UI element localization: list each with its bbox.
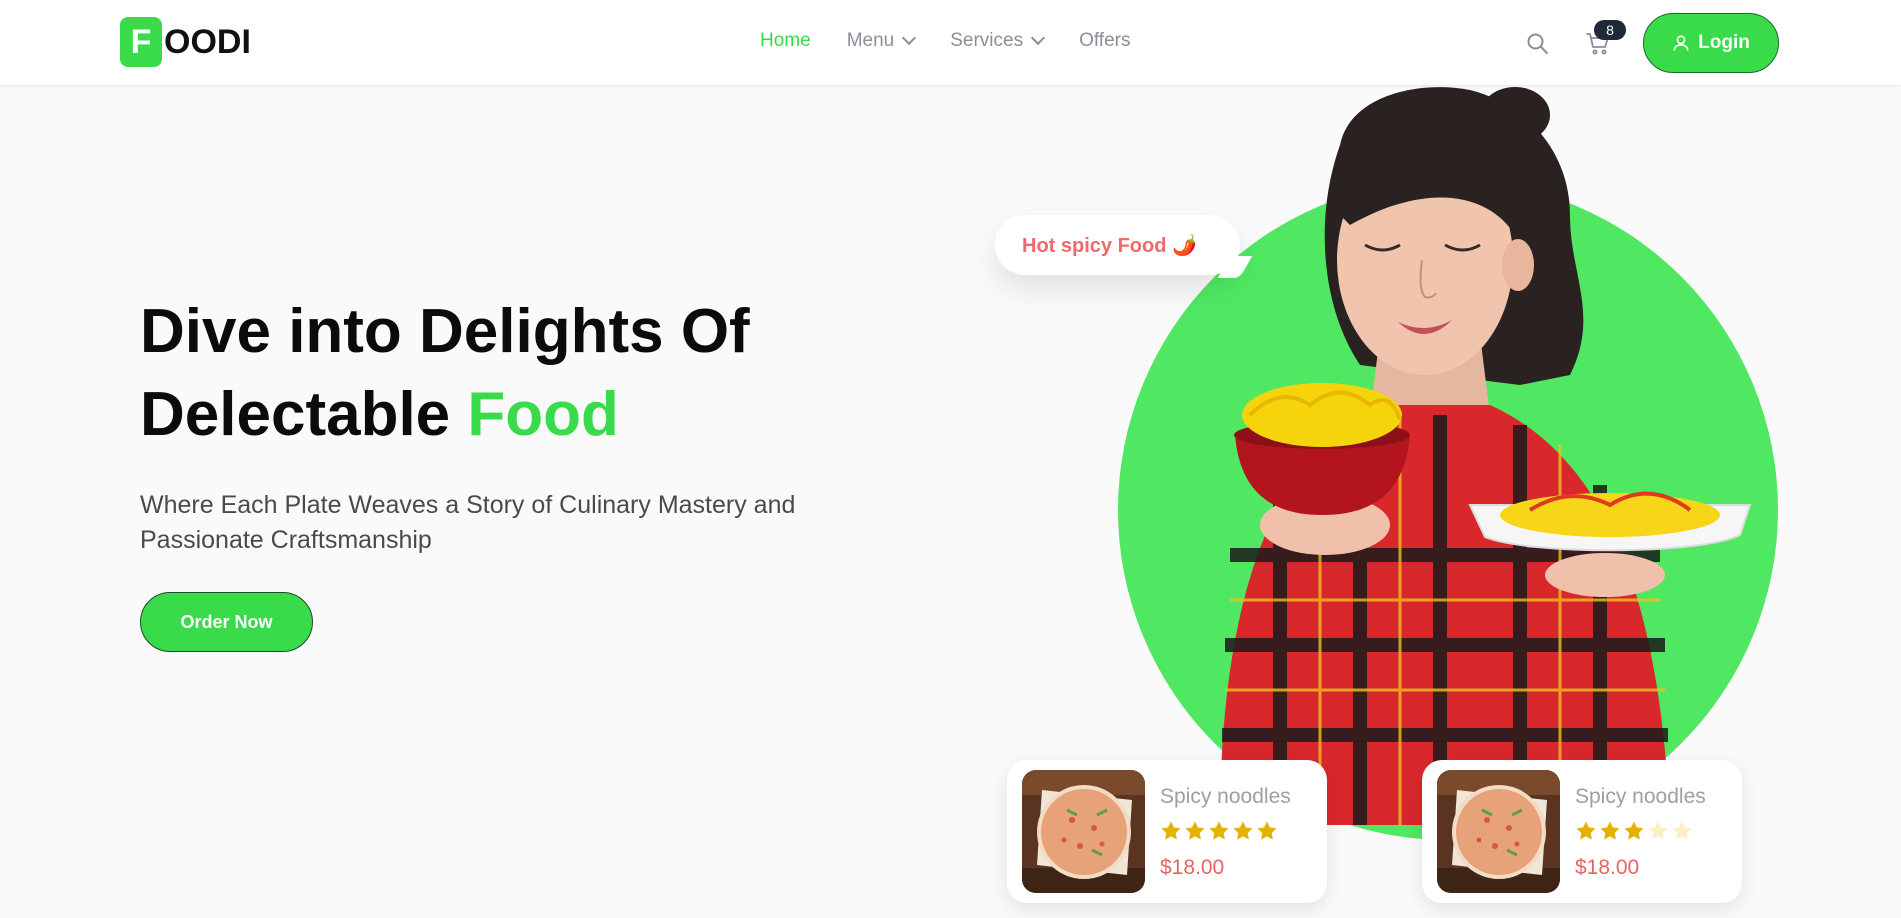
food-card[interactable]: Spicy noodles $18.00 <box>1007 760 1327 903</box>
star-filled-icon <box>1257 821 1277 840</box>
star-empty-icon <box>1648 821 1668 840</box>
login-label: Login <box>1698 32 1750 53</box>
card-price: $18.00 <box>1575 856 1640 879</box>
chevron-down-icon <box>1031 30 1046 46</box>
nav-item-label: Offers <box>1079 30 1131 51</box>
user-icon <box>1673 35 1689 51</box>
hot-spicy-food-bubble: Hot spicy Food 🌶️ <box>995 215 1253 278</box>
card-dish-name: Spicy noodles <box>1575 785 1706 808</box>
food-card[interactable]: Spicy noodles $18.00 <box>1422 760 1742 903</box>
search-icon[interactable] <box>1525 31 1549 55</box>
chevron-down-icon <box>902 30 917 46</box>
hero-title-line1: Dive into Delights Of <box>140 297 750 366</box>
noodle-dish-image <box>1022 770 1145 893</box>
card-dish-name: Spicy noodles <box>1160 785 1291 808</box>
main-nav: Home Menu Services Offers <box>760 30 1166 52</box>
nav-item-home[interactable]: Home <box>760 30 811 52</box>
star-filled-icon <box>1185 821 1205 840</box>
star-filled-icon <box>1624 821 1644 840</box>
star-empty-icon <box>1672 821 1692 840</box>
star-filled-icon <box>1600 821 1620 840</box>
nav-item-label: Services <box>950 30 1024 51</box>
nav-item-label: Menu <box>846 30 895 51</box>
cart-count-badge: 8 <box>1594 20 1626 40</box>
star-filled-icon <box>1233 821 1253 840</box>
nav-item-menu[interactable]: Menu <box>846 30 917 52</box>
login-button[interactable]: Login <box>1643 13 1779 73</box>
hero-woman-image <box>1220 87 1752 825</box>
rating-stars <box>1160 820 1278 842</box>
bubble-text: Hot spicy Food 🌶️ <box>1022 234 1197 257</box>
hero-title-line2-prefix: Delectable <box>140 380 468 449</box>
site-header: F OODI Home Menu Services Offers 8 Login <box>0 0 1901 85</box>
star-filled-icon <box>1576 821 1596 840</box>
logo-mark: F <box>120 17 162 67</box>
noodle-dish-image <box>1437 770 1560 893</box>
nav-item-services[interactable]: Services <box>950 30 1046 52</box>
hero-title: Dive into Delights Of Delectable Food <box>140 290 900 456</box>
hero-title-accent: Food <box>467 380 619 449</box>
logo[interactable]: F OODI <box>120 17 251 67</box>
order-now-button[interactable]: Order Now <box>140 592 313 652</box>
nav-item-offers[interactable]: Offers <box>1079 30 1130 52</box>
hero-subtitle: Where Each Plate Weaves a Story of Culin… <box>140 491 796 554</box>
rating-stars <box>1575 820 1693 842</box>
star-filled-icon <box>1209 821 1229 840</box>
card-price: $18.00 <box>1160 856 1225 879</box>
logo-text: OODI <box>164 22 251 61</box>
star-filled-icon <box>1161 821 1181 840</box>
nav-item-label: Home <box>760 30 811 51</box>
